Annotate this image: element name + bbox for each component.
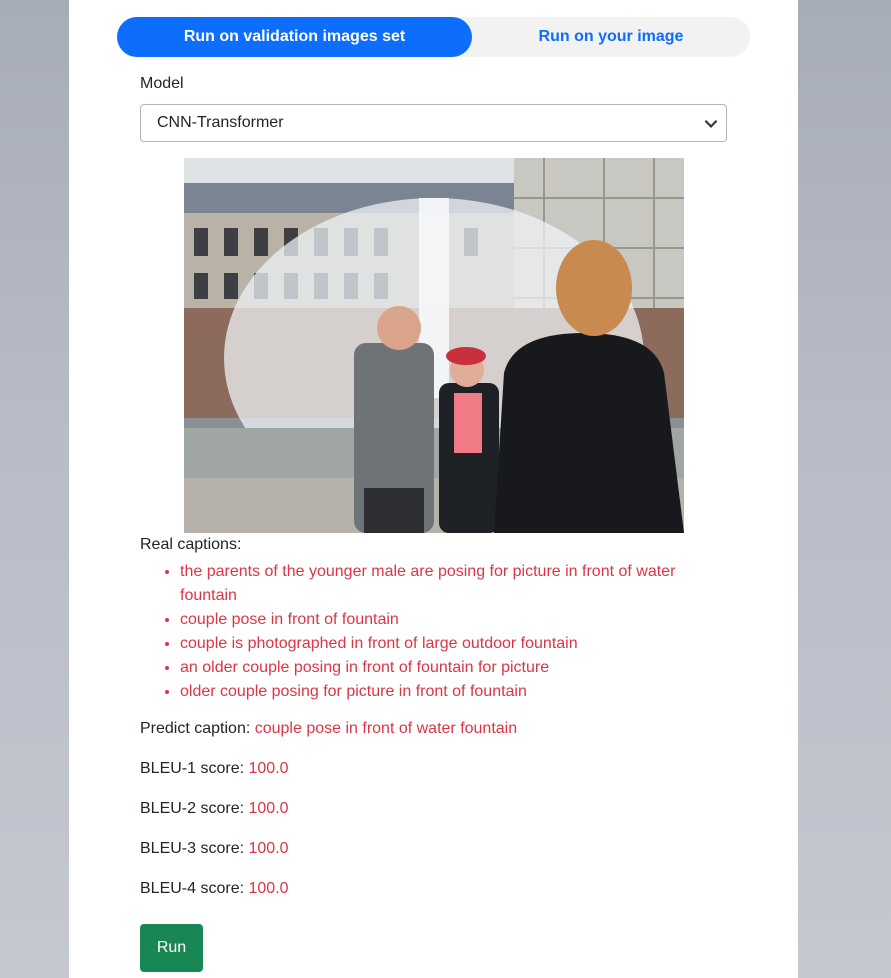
bleu-2-row: BLEU-2 score: 100.0 xyxy=(140,800,289,818)
tab-validation-set[interactable]: Run on validation images set xyxy=(117,17,472,57)
list-item: an older couple posing in front of fount… xyxy=(180,656,700,680)
real-captions-list: the parents of the younger male are posi… xyxy=(180,560,700,704)
bleu-1-row: BLEU-1 score: 100.0 xyxy=(140,760,289,778)
bleu-2-label: BLEU-2 score: xyxy=(140,800,245,817)
model-select-value: CNN-Transformer xyxy=(157,114,284,131)
bleu-4-row: BLEU-4 score: 100.0 xyxy=(140,880,289,898)
validation-image xyxy=(184,158,684,533)
predict-caption-value: couple pose in front of water fountain xyxy=(254,720,518,737)
main-card: Run on validation images set Run on your… xyxy=(69,0,798,978)
model-select[interactable]: CNN-Transformer xyxy=(140,104,727,142)
bleu-3-row: BLEU-3 score: 100.0 xyxy=(140,840,289,858)
model-label: Model xyxy=(140,75,184,92)
list-item: older couple posing for picture in front… xyxy=(180,680,700,704)
real-captions-label: Real captions: xyxy=(140,536,242,553)
bleu-1-label: BLEU-1 score: xyxy=(140,760,245,777)
bleu-3-value: 100.0 xyxy=(248,840,289,857)
bleu-3-label: BLEU-3 score: xyxy=(140,840,245,857)
list-item: couple pose in front of fountain xyxy=(180,608,700,632)
bleu-4-value: 100.0 xyxy=(248,880,289,897)
mode-tabs: Run on validation images set Run on your… xyxy=(117,17,750,57)
list-item: the parents of the younger male are posi… xyxy=(180,560,700,608)
bleu-2-value: 100.0 xyxy=(248,800,289,817)
run-button[interactable]: Run xyxy=(140,924,203,972)
bleu-1-value: 100.0 xyxy=(248,760,289,777)
predict-caption-label: Predict caption: xyxy=(140,720,251,737)
list-item: couple is photographed in front of large… xyxy=(180,632,700,656)
bleu-4-label: BLEU-4 score: xyxy=(140,880,245,897)
predict-caption-row: Predict caption: couple pose in front of… xyxy=(140,720,517,738)
tab-your-image[interactable]: Run on your image xyxy=(472,17,750,57)
chevron-down-icon xyxy=(704,119,718,128)
